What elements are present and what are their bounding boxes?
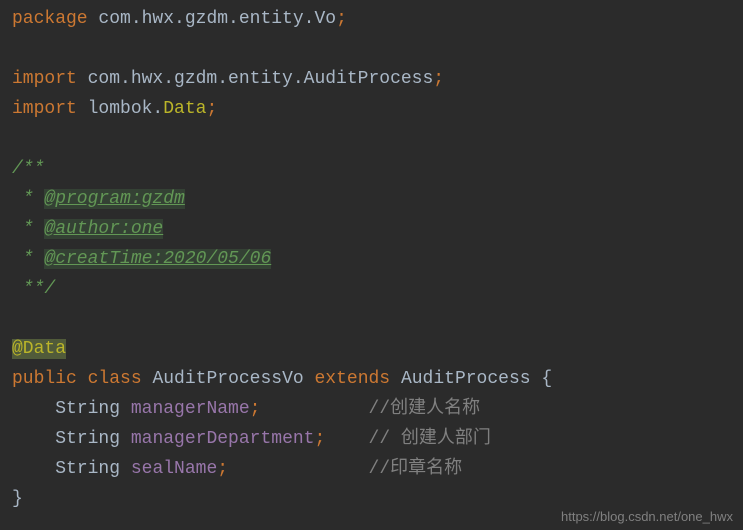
code-line-4: import lombok.Data;	[0, 94, 743, 124]
semicolon: ;	[314, 429, 325, 449]
indent	[12, 429, 55, 449]
type: String	[55, 399, 120, 419]
javadoc-open: /**	[12, 159, 44, 179]
semicolon: ;	[206, 99, 217, 119]
code-line-10: **/	[0, 274, 743, 304]
code-line-1: package com.hwx.gzdm.entity.Vo;	[0, 4, 743, 34]
javadoc-tag-author: @author:one	[44, 219, 163, 239]
class-name: AuditProcessVo	[152, 369, 303, 389]
keyword: import	[12, 99, 77, 119]
import-path: com.hwx.gzdm.entity.AuditProcess	[77, 69, 433, 89]
keyword: package	[12, 9, 88, 29]
watermark: https://blog.csdn.net/one_hwx	[561, 509, 733, 524]
comment: // 创建人部门	[369, 429, 491, 449]
keyword: import	[12, 69, 77, 89]
code-line-5	[0, 124, 743, 154]
javadoc-tag-creattime: @creatTime:2020/05/06	[44, 249, 271, 269]
code-line-3: import com.hwx.gzdm.entity.AuditProcess;	[0, 64, 743, 94]
keyword: extends	[315, 369, 391, 389]
keyword: class	[88, 369, 142, 389]
space	[120, 459, 131, 479]
code-line-8: * @author:one	[0, 214, 743, 244]
indent	[12, 459, 55, 479]
space	[325, 429, 368, 449]
space	[120, 429, 131, 449]
field-name: managerDepartment	[131, 429, 315, 449]
type: String	[55, 459, 120, 479]
space	[260, 399, 368, 419]
code-line-15: String managerDepartment; // 创建人部门	[0, 424, 743, 454]
space	[304, 369, 315, 389]
code-line-2	[0, 34, 743, 64]
semicolon: ;	[336, 9, 347, 29]
semicolon: ;	[250, 399, 261, 419]
space	[228, 459, 368, 479]
keyword: public	[12, 369, 77, 389]
space	[120, 399, 131, 419]
space	[77, 369, 88, 389]
code-line-12: @Data	[0, 334, 743, 364]
parent-class: AuditProcess	[401, 369, 531, 389]
type: String	[55, 429, 120, 449]
brace-close: }	[12, 489, 23, 509]
code-line-13: public class AuditProcessVo extends Audi…	[0, 364, 743, 394]
import-class: Data	[163, 99, 206, 119]
code-line-6: /**	[0, 154, 743, 184]
code-line-9: * @creatTime:2020/05/06	[0, 244, 743, 274]
code-line-16: String sealName; //印章名称	[0, 454, 743, 484]
package-path: com.hwx.gzdm.entity.Vo	[88, 9, 336, 29]
javadoc-close: **/	[12, 279, 55, 299]
javadoc-prefix: *	[12, 189, 44, 209]
comment: //创建人名称	[369, 399, 481, 419]
brace-open: {	[541, 369, 552, 389]
field-name: managerName	[131, 399, 250, 419]
semicolon: ;	[217, 459, 228, 479]
space	[142, 369, 153, 389]
import-path: lombok.	[77, 99, 163, 119]
space	[390, 369, 401, 389]
code-line-11	[0, 304, 743, 334]
indent	[12, 399, 55, 419]
javadoc-prefix: *	[12, 219, 44, 239]
space	[531, 369, 542, 389]
code-line-14: String managerName; //创建人名称	[0, 394, 743, 424]
javadoc-tag-program: @program:gzdm	[44, 189, 184, 209]
annotation-data: @Data	[12, 339, 66, 359]
field-name: sealName	[131, 459, 217, 479]
javadoc-prefix: *	[12, 249, 44, 269]
comment: //印章名称	[369, 459, 463, 479]
semicolon: ;	[433, 69, 444, 89]
code-line-7: * @program:gzdm	[0, 184, 743, 214]
